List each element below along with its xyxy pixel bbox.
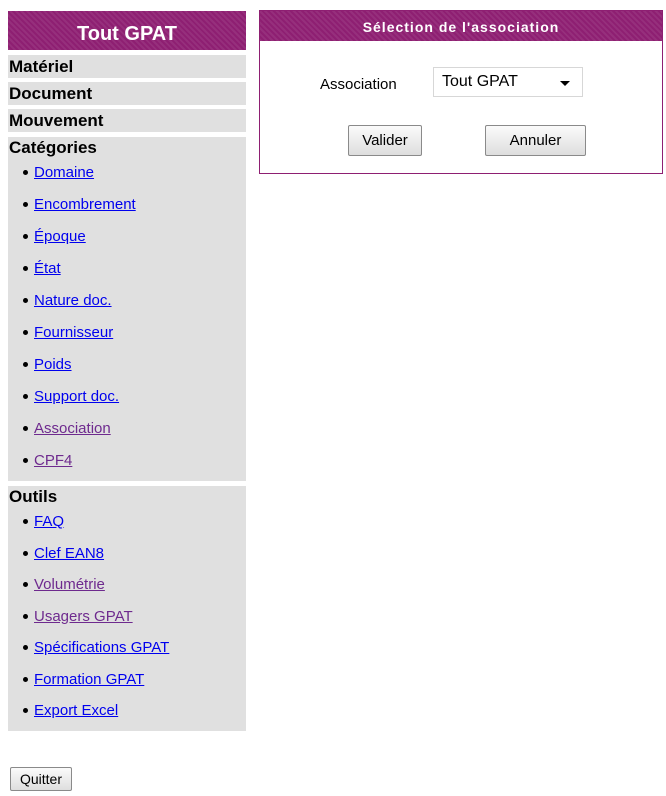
link-clef-ean8[interactable]: Clef EAN8 bbox=[34, 545, 104, 562]
sidebar: Tout GPAT Matériel Document Mouvement Ca… bbox=[8, 11, 246, 731]
list-item: FAQ bbox=[8, 506, 246, 538]
categories-list: Domaine Encombrement Époque État Nature … bbox=[8, 157, 246, 477]
link-epoque[interactable]: Époque bbox=[34, 228, 86, 245]
list-item: Usagers GPAT bbox=[8, 601, 246, 633]
list-item: Fournisseur bbox=[8, 317, 246, 349]
nav-document[interactable]: Document bbox=[8, 82, 246, 105]
link-domaine[interactable]: Domaine bbox=[34, 164, 94, 181]
link-formation-gpat[interactable]: Formation GPAT bbox=[34, 671, 144, 688]
quit-button[interactable]: Quitter bbox=[10, 767, 72, 791]
brand-title: Tout GPAT bbox=[8, 11, 246, 50]
link-association[interactable]: Association bbox=[34, 420, 111, 437]
dialog-title: Sélection de l'association bbox=[260, 11, 662, 41]
link-specifications-gpat[interactable]: Spécifications GPAT bbox=[34, 639, 169, 656]
tools-title: Outils bbox=[9, 487, 58, 506]
link-usagers-gpat[interactable]: Usagers GPAT bbox=[34, 608, 133, 625]
link-etat[interactable]: État bbox=[34, 260, 61, 277]
list-item: Volumétrie bbox=[8, 569, 246, 601]
tools-section: Outils FAQ Clef EAN8 Volumétrie Usagers … bbox=[8, 486, 246, 731]
link-export-excel[interactable]: Export Excel bbox=[34, 702, 118, 719]
association-select[interactable]: Tout GPAT bbox=[433, 67, 583, 97]
association-label: Association bbox=[320, 76, 397, 93]
list-item: Époque bbox=[8, 221, 246, 253]
list-item: Nature doc. bbox=[8, 285, 246, 317]
annuler-button[interactable]: Annuler bbox=[485, 125, 586, 156]
association-selected-value: Tout GPAT bbox=[442, 73, 518, 90]
list-item: Support doc. bbox=[8, 381, 246, 413]
link-support-doc[interactable]: Support doc. bbox=[34, 388, 119, 405]
valider-button[interactable]: Valider bbox=[348, 125, 422, 156]
list-item: Association bbox=[8, 413, 246, 445]
categories-title: Catégories bbox=[9, 138, 97, 157]
categories-section: Catégories Domaine Encombrement Époque É… bbox=[8, 137, 246, 481]
association-dialog: Sélection de l'association Association T… bbox=[259, 10, 663, 174]
link-encombrement[interactable]: Encombrement bbox=[34, 196, 136, 213]
list-item: Domaine bbox=[8, 157, 246, 189]
nav-materiel[interactable]: Matériel bbox=[8, 55, 246, 78]
list-item: Poids bbox=[8, 349, 246, 381]
list-item: Formation GPAT bbox=[8, 664, 246, 696]
list-item: CPF4 bbox=[8, 445, 246, 477]
tools-list: FAQ Clef EAN8 Volumétrie Usagers GPAT Sp… bbox=[8, 506, 246, 727]
link-poids[interactable]: Poids bbox=[34, 356, 72, 373]
link-nature-doc[interactable]: Nature doc. bbox=[34, 292, 112, 309]
link-cpf4[interactable]: CPF4 bbox=[34, 452, 72, 469]
nav-mouvement[interactable]: Mouvement bbox=[8, 109, 246, 132]
list-item: Clef EAN8 bbox=[8, 538, 246, 570]
link-faq[interactable]: FAQ bbox=[34, 513, 64, 530]
link-volumetrie[interactable]: Volumétrie bbox=[34, 576, 105, 593]
list-item: Encombrement bbox=[8, 189, 246, 221]
list-item: État bbox=[8, 253, 246, 285]
link-fournisseur[interactable]: Fournisseur bbox=[34, 324, 113, 341]
list-item: Spécifications GPAT bbox=[8, 632, 246, 664]
list-item: Export Excel bbox=[8, 695, 246, 727]
caret-down-icon bbox=[560, 81, 570, 86]
